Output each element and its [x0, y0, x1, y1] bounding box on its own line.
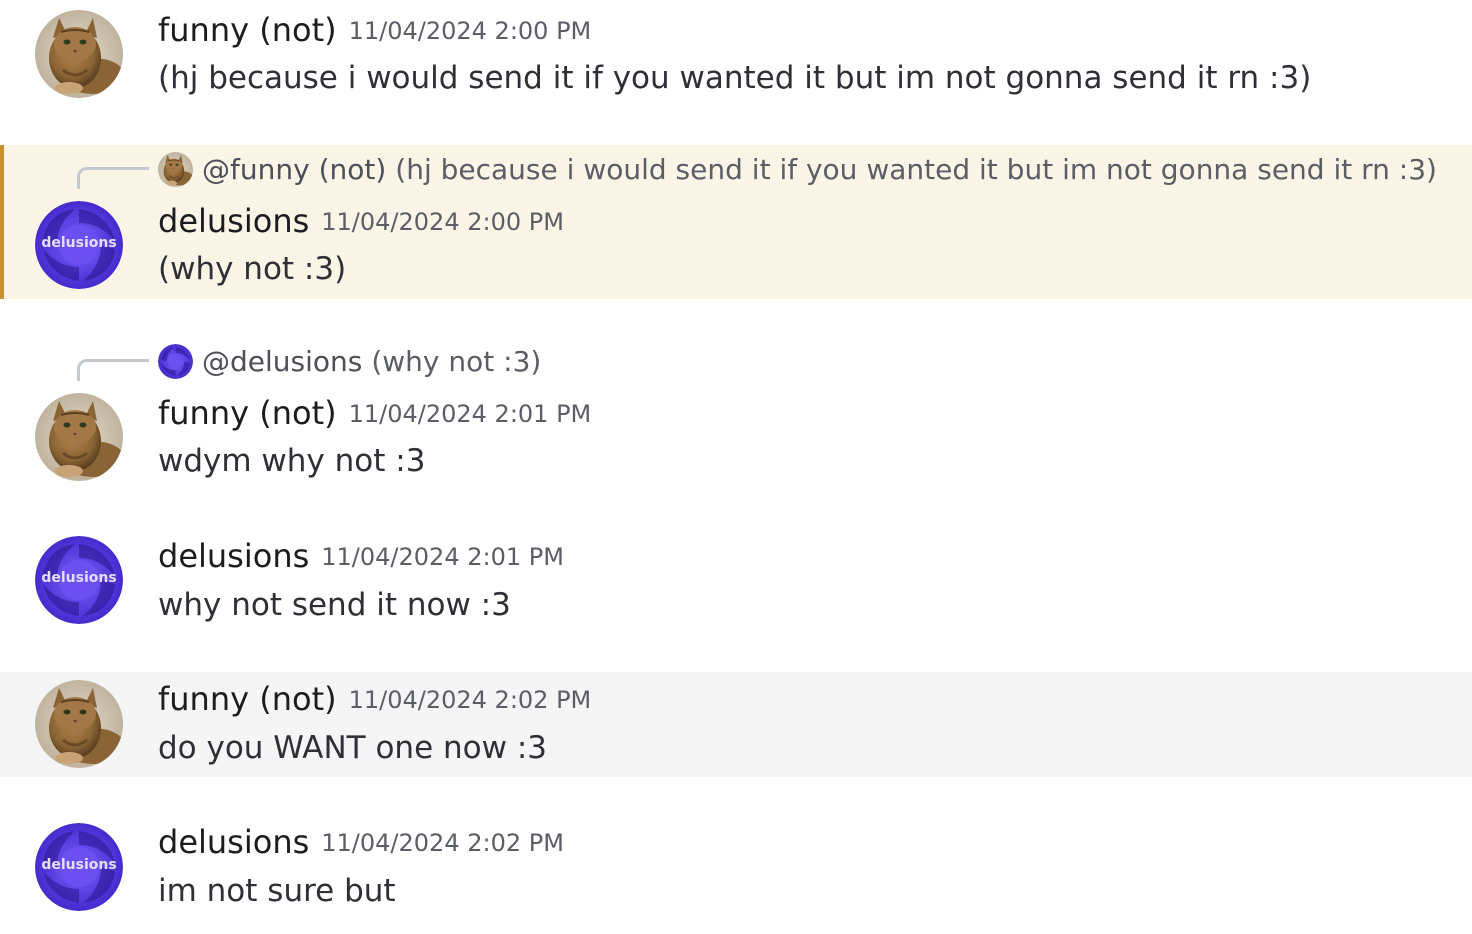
message-item[interactable]: @funny (not) (hj because i would send it… — [0, 145, 1472, 299]
message-item[interactable]: delusions delusions 11/04/2024 2:01 PM wh… — [0, 526, 1472, 646]
message-header: funny (not) 11/04/2024 2:02 PM — [158, 679, 591, 720]
reply-author[interactable]: @delusions — [202, 345, 362, 378]
reply-content[interactable]: (why not :3) — [371, 345, 541, 378]
message-header: funny (not) 11/04/2024 2:01 PM — [158, 393, 591, 434]
message-header: delusions 11/04/2024 2:02 PM — [158, 822, 564, 863]
message-list: funny (not) 11/04/2024 2:00 PM (hj becaus… — [0, 0, 1472, 934]
author-name[interactable]: funny (not) — [158, 394, 337, 432]
message-timestamp: 11/04/2024 2:00 PM — [348, 17, 592, 45]
author-name[interactable]: funny (not) — [158, 11, 337, 49]
message-header: delusions 11/04/2024 2:00 PM — [158, 201, 564, 242]
message-timestamp: 11/04/2024 2:02 PM — [321, 829, 564, 857]
user-avatar[interactable] — [35, 393, 123, 481]
author-name[interactable]: delusions — [158, 823, 309, 861]
message-item[interactable]: funny (not) 11/04/2024 2:02 PM do you WAN… — [0, 672, 1472, 777]
message-content: why not send it now :3 — [158, 587, 511, 623]
author-name[interactable]: delusions — [158, 202, 309, 240]
user-avatar[interactable]: delusions — [35, 201, 123, 289]
message-header: funny (not) 11/04/2024 2:00 PM — [158, 10, 591, 51]
message-timestamp: 11/04/2024 2:02 PM — [348, 686, 592, 714]
user-avatar[interactable]: delusions — [35, 823, 123, 911]
reply-preview[interactable]: @funny (not) (hj because i would send it… — [158, 151, 1437, 187]
avatar-logo-text: delusions — [41, 235, 117, 251]
reply-avatar — [158, 344, 193, 379]
author-name[interactable]: funny (not) — [158, 680, 337, 718]
user-avatar[interactable] — [35, 680, 123, 768]
message-content: im not sure but — [158, 873, 396, 909]
reply-spine — [77, 167, 149, 189]
reply-spine — [77, 359, 149, 381]
message-content: wdym why not :3 — [158, 443, 426, 479]
user-avatar[interactable]: delusions — [35, 536, 123, 624]
message-item[interactable]: delusions delusions 11/04/2024 2:02 PM im… — [0, 812, 1472, 934]
user-avatar[interactable] — [35, 10, 123, 98]
message-item[interactable]: funny (not) 11/04/2024 2:00 PM (hj becaus… — [0, 0, 1472, 118]
message-content: do you WANT one now :3 — [158, 730, 547, 766]
message-content: (why not :3) — [158, 251, 347, 287]
message-timestamp: 11/04/2024 2:01 PM — [321, 543, 564, 571]
message-timestamp: 11/04/2024 2:01 PM — [348, 400, 592, 428]
reply-author[interactable]: @funny (not) — [202, 153, 386, 186]
message-item[interactable]: @delusions (why not :3) funny (not) 11/04… — [0, 337, 1472, 497]
reply-content[interactable]: (hj because i would send it if you wante… — [395, 153, 1437, 186]
message-timestamp: 11/04/2024 2:00 PM — [321, 208, 564, 236]
author-name[interactable]: delusions — [158, 537, 309, 575]
reply-preview[interactable]: @delusions (why not :3) — [158, 343, 541, 379]
reply-avatar — [158, 152, 193, 187]
message-content: (hj because i would send it if you wante… — [158, 60, 1312, 96]
avatar-logo-text: delusions — [41, 857, 117, 873]
avatar-logo-text: delusions — [41, 570, 117, 586]
message-header: delusions 11/04/2024 2:01 PM — [158, 536, 564, 577]
